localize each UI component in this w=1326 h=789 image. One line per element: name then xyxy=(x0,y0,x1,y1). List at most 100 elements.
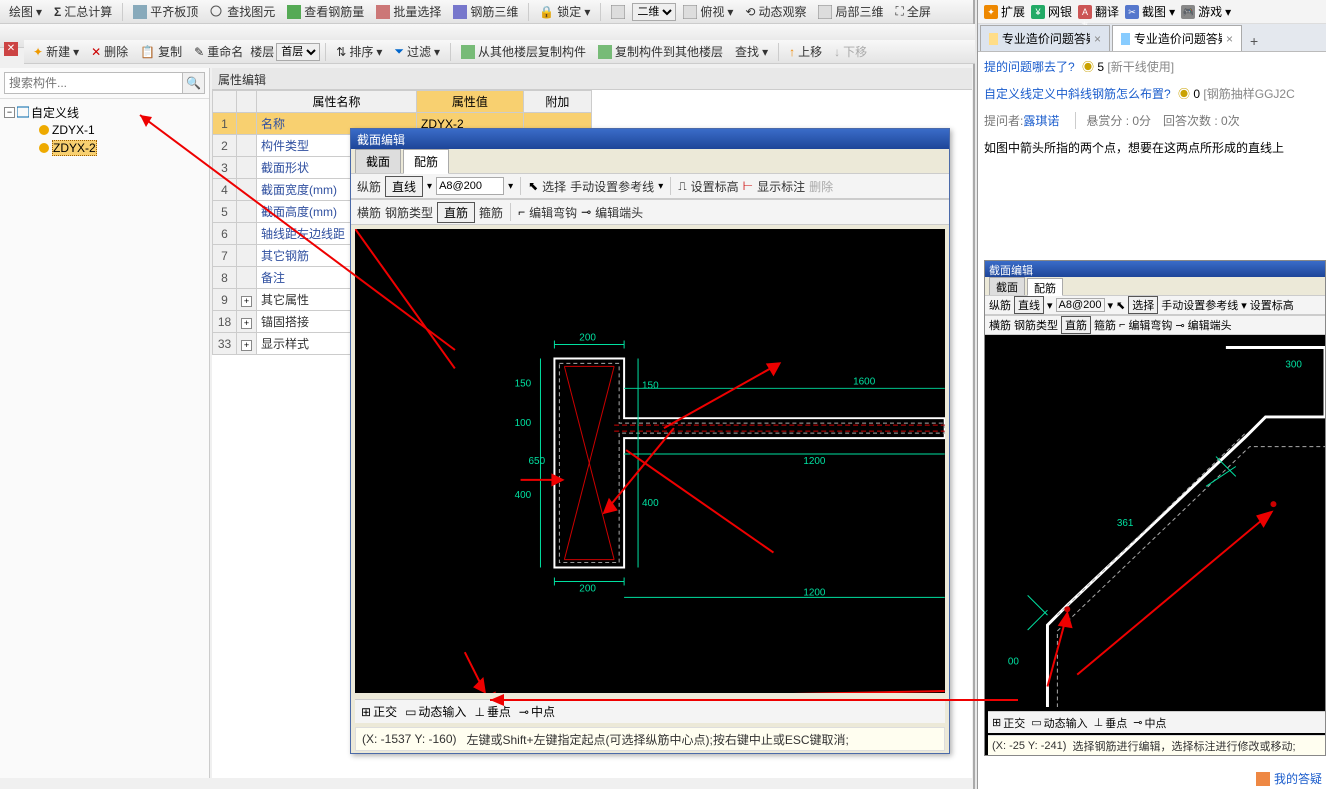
t-stirrup-btn[interactable]: 箍筋 xyxy=(1094,317,1116,333)
search-button[interactable]: 🔍 xyxy=(183,72,205,94)
collapse-icon[interactable]: − xyxy=(4,107,15,118)
view-mode-select[interactable]: 二维 xyxy=(632,3,676,21)
close-tab-icon[interactable]: × xyxy=(1094,32,1101,46)
game-btn[interactable]: 🎮游戏 ▾ xyxy=(1181,3,1231,20)
lock-btn[interactable]: 🔒锁定 ▾ xyxy=(534,0,595,23)
translate-btn[interactable]: Aあ翻译 xyxy=(1078,3,1119,20)
set-mark-btn[interactable]: 设置标高 xyxy=(691,178,739,195)
local-3d-btn[interactable]: 局部三维 xyxy=(813,0,888,23)
browser-tab-1[interactable]: 专业造价问题答疑平台 × xyxy=(980,25,1110,51)
expand-icon[interactable]: + xyxy=(241,340,252,351)
asker-link[interactable]: 露琪诺 xyxy=(1023,114,1059,128)
sort-icon: ⇅ xyxy=(336,45,346,59)
mid-snap[interactable]: ⊸ 中点 xyxy=(519,703,555,720)
copy-from-floor-btn[interactable]: 从其他楼层复制构件 xyxy=(456,40,591,63)
line-mode-btn[interactable]: 直线 xyxy=(385,176,423,197)
select-btn[interactable]: 选择 xyxy=(542,178,566,195)
filter-btn[interactable]: ⏷过滤 ▾ xyxy=(389,40,445,63)
view-2d-btn[interactable] xyxy=(606,2,630,22)
edit-hook-btn[interactable]: 编辑弯钩 xyxy=(529,204,577,221)
perp-snap[interactable]: ⊥ 垂点 xyxy=(474,703,510,720)
screenshot-btn[interactable]: ✂截图 ▾ xyxy=(1125,3,1175,20)
rebar-3d-btn[interactable]: 钢筋三维 xyxy=(448,0,523,23)
t-dyn[interactable]: ▭ 动态输入 xyxy=(1031,715,1087,731)
topview-btn[interactable]: 俯视 ▾ xyxy=(678,0,738,23)
dyn-observe-btn[interactable]: ⟲动态观察 xyxy=(740,0,811,23)
new-btn[interactable]: ✦新建 ▾ xyxy=(28,40,84,63)
draw-btn[interactable]: 绘图 ▾ xyxy=(4,0,47,23)
sum-btn[interactable]: Σ 汇总计算 xyxy=(49,0,117,23)
move-down-btn[interactable]: ↓下移 xyxy=(829,40,872,63)
tree-root[interactable]: − 自定义线 xyxy=(2,103,207,121)
rename-btn[interactable]: ✎重命名 xyxy=(189,40,248,63)
my-answers-link[interactable]: 我的答疑 xyxy=(1256,770,1322,787)
stirrup-btn[interactable]: 箍筋 xyxy=(479,204,503,221)
question-link-1[interactable]: 提的问题哪去了? xyxy=(984,60,1075,74)
batch-sel-btn[interactable]: 批量选择 xyxy=(371,0,446,23)
search-input[interactable] xyxy=(4,72,183,94)
rebar-toolbar-2: 横筋 钢筋类型 直筋 箍筋 ⌐ 编辑弯钩 ⊸ 编辑端头 xyxy=(351,199,949,225)
show-mark-btn[interactable]: 显示标注 xyxy=(757,178,805,195)
t-perp[interactable]: ⊥ 垂点 xyxy=(1094,715,1128,731)
straight-btn[interactable]: 直筋 xyxy=(437,202,475,223)
flatten-btn[interactable]: 平齐板顶 xyxy=(128,0,203,23)
thumb-tab-rebar[interactable]: 配筋 xyxy=(1027,278,1063,296)
thumb-cad-canvas[interactable]: 300 361 00 400 xyxy=(988,335,1325,707)
add-tab-btn[interactable]: + xyxy=(1244,31,1264,51)
sort-btn[interactable]: ⇅排序 ▾ xyxy=(331,40,387,63)
tree-item-1[interactable]: ZDYX-1 xyxy=(2,121,207,139)
expand-icon[interactable]: + xyxy=(241,296,252,307)
dyn-input-toggle[interactable]: ▭ 动态输入 xyxy=(405,703,466,720)
close-panel-icon[interactable]: ✕ xyxy=(4,42,18,56)
cursor-icon: ⬉ xyxy=(528,179,538,193)
t-ortho[interactable]: ⊞ 正交 xyxy=(992,715,1025,731)
cad-canvas[interactable]: 200 200 150 100 400 650 150 400 1600 120… xyxy=(355,229,945,693)
question-link-2[interactable]: 自定义线定义中斜线钢筋怎么布置? xyxy=(984,87,1171,101)
tab-rebar[interactable]: 配筋 xyxy=(403,149,449,174)
q-tag: [新干线使用] xyxy=(1107,60,1174,74)
t-select-btn[interactable]: 选择 xyxy=(1128,296,1158,314)
copy-btn[interactable]: 📋复制 xyxy=(135,40,187,63)
del-rebar-btn[interactable]: 删除 xyxy=(809,178,833,195)
svg-text:150: 150 xyxy=(642,380,659,391)
ortho-toggle[interactable]: ⊞ 正交 xyxy=(361,703,397,720)
tree-item-label-selected: ZDYX-2 xyxy=(52,140,97,156)
t-mid[interactable]: ⊸ 中点 xyxy=(1133,715,1166,731)
browser-tab-2[interactable]: 专业造价问题答疑平台 × xyxy=(1112,25,1242,51)
t-manual-btn[interactable]: 手动设置参考线 xyxy=(1161,297,1238,313)
bank-btn[interactable]: ¥网银 xyxy=(1031,3,1072,20)
find-elem-btn[interactable]: 查找图元 xyxy=(205,0,280,23)
t-straight-btn[interactable]: 直筋 xyxy=(1061,316,1091,334)
copy-to-floor-btn[interactable]: 复制构件到其他楼层 xyxy=(593,40,728,63)
view-rebar-btn[interactable]: 查看钢筋量 xyxy=(282,0,369,23)
ext-btn[interactable]: ✦扩展 xyxy=(984,3,1025,20)
thumb-tab-section[interactable]: 截面 xyxy=(989,277,1025,295)
close-tab-icon[interactable]: × xyxy=(1226,32,1233,46)
t-coord: (X: -25 Y: -241) xyxy=(992,740,1066,752)
svg-text:300: 300 xyxy=(1285,359,1302,370)
t-end-btn[interactable]: 编辑端头 xyxy=(1188,317,1232,333)
t-line-btn[interactable]: 直线 xyxy=(1014,296,1044,314)
move-up-btn[interactable]: ↑上移 xyxy=(784,40,827,63)
tab-section[interactable]: 截面 xyxy=(355,149,401,173)
browser-toolbar: ✦扩展 ¥网银 Aあ翻译 ✂截图 ▾ 🎮游戏 ▾ xyxy=(978,0,1326,24)
section-editor-window: 截面编辑 截面 配筋 纵筋 直线 ▾ ▾ ⬉ 选择 手动设置参考线 ▾ ⎍ 设置… xyxy=(350,128,950,754)
tree-item-2[interactable]: ZDYX-2 xyxy=(2,139,207,157)
t-hint: 选择钢筋进行编辑，选择标注进行修改或移动; xyxy=(1073,738,1296,754)
rebar-spec-input[interactable] xyxy=(436,177,504,195)
toolbar-main: 绘图 ▾ Σ 汇总计算 平齐板顶 查找图元 查看钢筋量 批量选择 钢筋三维 🔒锁… xyxy=(0,0,973,24)
fullscreen-btn[interactable]: ⛶全屏 xyxy=(890,0,935,23)
find-btn[interactable]: 查找 ▾ xyxy=(730,40,773,63)
manual-ref-btn[interactable]: 手动设置参考线 xyxy=(570,178,654,195)
level-icon: ⎍ xyxy=(678,179,686,194)
hook-icon: ⌐ xyxy=(518,205,525,219)
section-snap-bar: ⊞ 正交 ▭ 动态输入 ⊥ 垂点 ⊸ 中点 xyxy=(355,699,945,723)
t-hook-btn[interactable]: 编辑弯钩 xyxy=(1128,317,1172,333)
floor-select[interactable]: 首层 xyxy=(276,43,320,61)
t-setmark-btn[interactable]: 设置标高 xyxy=(1250,297,1294,313)
expand-icon[interactable]: + xyxy=(241,318,252,329)
new-icon: ✦ xyxy=(33,45,43,59)
edit-end-btn[interactable]: 编辑端头 xyxy=(595,204,643,221)
delete-btn[interactable]: ✕删除 xyxy=(86,40,133,63)
end-icon: ⊸ xyxy=(581,205,591,219)
